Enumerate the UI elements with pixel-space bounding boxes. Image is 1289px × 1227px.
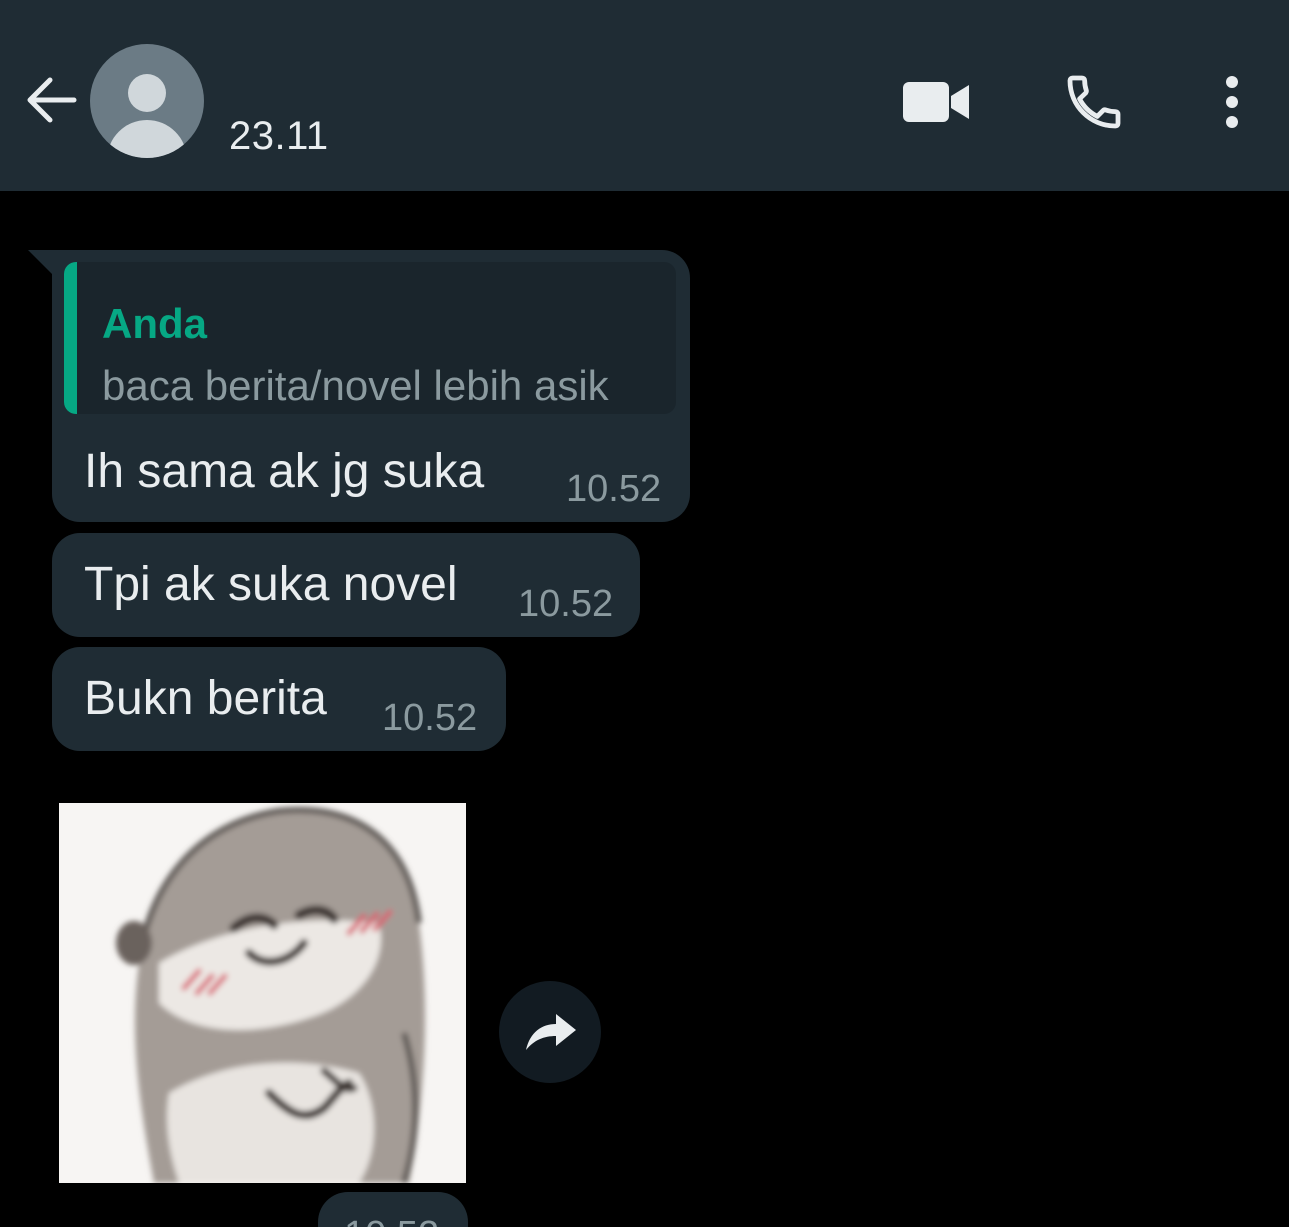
sticker-message[interactable] [59,803,466,1183]
otter-sticker [116,807,426,1183]
message-bubble[interactable]: Bukn berita 10.52 [52,647,506,751]
voice-call-button[interactable] [1058,68,1130,136]
video-call-button[interactable] [896,72,976,132]
forward-arrow-icon [526,1014,576,1050]
quoted-author: Anda [102,300,207,347]
sticker-time: 10.52 [344,1214,439,1227]
message-time: 10.52 [566,468,662,510]
bubble-tail [28,250,54,276]
chat-header: 23.11 [0,0,1289,191]
avatar[interactable] [90,44,204,158]
video-camera-icon [903,82,969,122]
quote-bar [64,262,77,414]
quoted-message[interactable]: Anda baca berita/novel lebih asik [64,262,676,414]
contact-name[interactable]: 23.11 [229,114,329,159]
more-options-button[interactable] [1210,68,1254,136]
forward-button[interactable] [499,981,601,1083]
quoted-text: baca berita/novel lebih asik [102,362,609,409]
phone-icon [1067,75,1121,129]
message-text: Tpi ak suka novel [84,558,458,611]
default-profile-icon [128,74,166,112]
message-bubble[interactable]: Tpi ak suka novel 10.52 [52,533,640,637]
chat-screen: 23.11 Anda baca berita/novel lebih asik … [0,0,1289,1227]
message-bubble[interactable]: Anda baca berita/novel lebih asik Ih sam… [52,250,690,522]
message-text: Bukn berita [84,672,327,725]
sticker-time-badge: 10.52 [318,1192,468,1227]
message-text: Ih sama ak jg suka [84,445,485,498]
avatar-body-shape [107,120,187,158]
back-button[interactable] [20,68,80,132]
more-vertical-icon [1226,76,1238,128]
arrow-left-icon [27,77,77,123]
message-time: 10.52 [382,697,478,739]
message-time: 10.52 [518,583,614,625]
